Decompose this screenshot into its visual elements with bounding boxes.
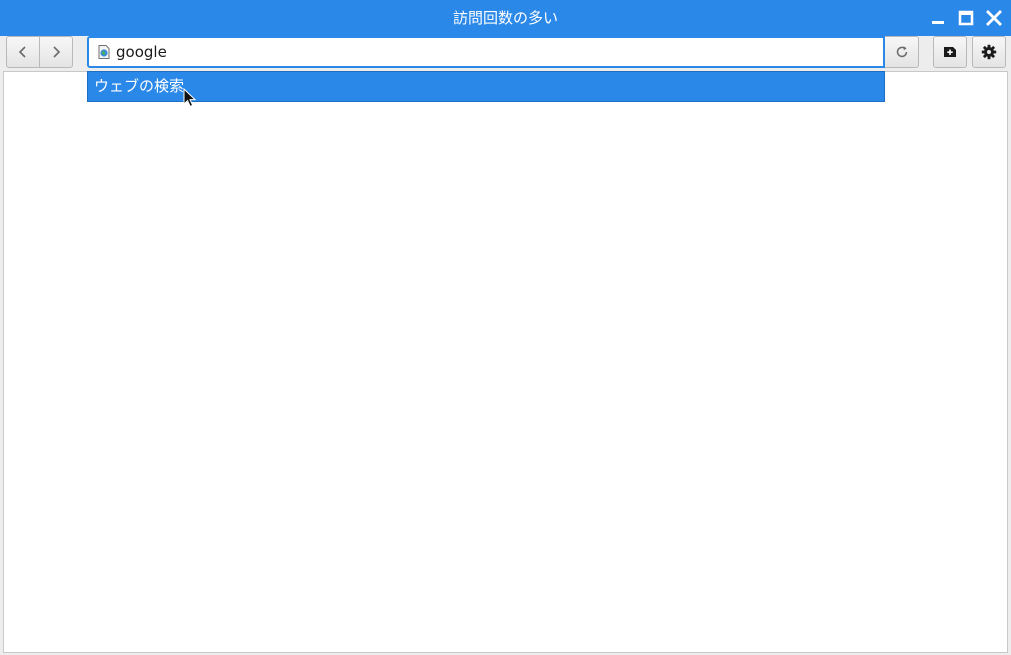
minimize-icon[interactable] — [929, 9, 947, 27]
back-button[interactable] — [6, 36, 40, 68]
page-globe-icon — [98, 45, 110, 59]
navigation-toolbar — [0, 36, 1011, 71]
page-content[interactable] — [3, 71, 1008, 653]
gear-icon — [981, 44, 997, 60]
chevron-left-icon — [18, 46, 26, 58]
chevron-right-icon — [53, 46, 61, 58]
reload-button[interactable] — [885, 36, 919, 68]
address-bar[interactable] — [87, 36, 885, 68]
forward-button[interactable] — [40, 36, 73, 68]
url-input[interactable] — [116, 43, 856, 61]
close-icon[interactable] — [985, 9, 1003, 27]
new-tab-button[interactable] — [933, 36, 967, 68]
title-bar: 訪問回数の多い — [0, 0, 1011, 36]
reload-icon — [896, 46, 907, 58]
autocomplete-dropdown: ウェブの検索 — [87, 71, 885, 102]
suggestion-web-search[interactable]: ウェブの検索 — [88, 72, 884, 101]
window-title: 訪問回数の多い — [452, 9, 558, 27]
settings-button[interactable] — [972, 36, 1006, 68]
browser-window: 訪問回数の多い google ウェブの検索 — [0, 0, 1011, 655]
new-tab-icon — [944, 47, 956, 57]
maximize-icon[interactable] — [957, 9, 975, 27]
